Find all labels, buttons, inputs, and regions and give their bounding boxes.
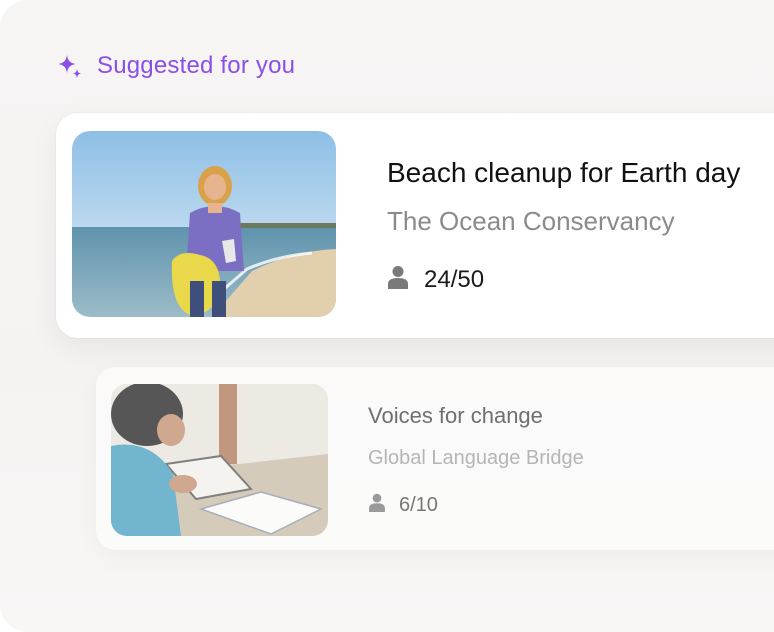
participants-row: 6/10 [369,493,438,517]
participants-row: 24/50 [388,265,484,294]
organization-name: The Ocean Conservancy [387,206,675,236]
opportunity-card-voices[interactable]: Voices for change Global Language Bridge… [96,367,774,550]
opportunity-title: Voices for change [368,403,543,428]
suggestions-header: Suggested for you [56,52,295,80]
beach-cleanup-photo [72,131,336,317]
reading-books-photo [111,384,328,536]
suggestions-panel: Suggested for you Beach cleanup for Eart… [0,0,774,632]
participants-count: 6/10 [399,493,438,516]
organization-name: Global Language Bridge [368,447,584,469]
participants-count: 24/50 [424,265,485,293]
person-icon [369,493,385,517]
suggestions-title: Suggested for you [97,52,296,79]
opportunity-card-beach-cleanup[interactable]: Beach cleanup for Earth day The Ocean Co… [56,113,774,338]
person-icon [388,265,408,294]
opportunity-title: Beach cleanup for Earth day [387,157,741,188]
sparkle-icon [56,53,83,80]
